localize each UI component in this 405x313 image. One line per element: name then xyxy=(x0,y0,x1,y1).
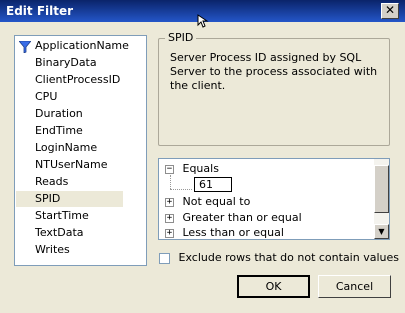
list-item-starttime[interactable]: StartTime xyxy=(16,208,93,224)
list-item-label: ApplicationName xyxy=(35,39,129,52)
list-item-applicationname[interactable]: ApplicationName xyxy=(16,38,133,54)
list-item-spid[interactable]: SPID xyxy=(16,191,123,207)
tree-node-less-or-equal[interactable]: + Less than or equal xyxy=(165,226,284,239)
list-item-reads[interactable]: Reads xyxy=(16,174,72,190)
operator-tree[interactable]: − Equals 61 + Not equal to + Greater tha… xyxy=(158,158,390,240)
expand-icon[interactable]: + xyxy=(165,197,174,207)
list-item-label: LoginName xyxy=(35,141,98,154)
collapse-icon[interactable]: − xyxy=(165,164,174,174)
description-text: Server Process ID assigned by SQL Server… xyxy=(170,51,378,92)
tree-node-not-equal[interactable]: + Not equal to xyxy=(165,195,250,209)
list-item-label: Reads xyxy=(35,175,69,188)
description-group: SPID Server Process ID assigned by SQL S… xyxy=(158,31,390,146)
tree-connector xyxy=(170,189,192,190)
list-item-clientprocessid[interactable]: ClientProcessID xyxy=(16,72,124,88)
window-title: Edit Filter xyxy=(6,4,74,18)
expand-icon[interactable]: + xyxy=(165,228,174,238)
arrow-down-icon: ▼ xyxy=(378,227,385,236)
list-item-endtime[interactable]: EndTime xyxy=(16,123,87,139)
close-icon: ✕ xyxy=(384,3,396,17)
list-item-cpu[interactable]: CPU xyxy=(16,89,61,105)
tree-connector xyxy=(170,175,171,189)
exclude-rows-label: Exclude rows that do not contain values xyxy=(178,251,399,264)
expand-icon[interactable]: + xyxy=(165,213,174,223)
list-item-duration[interactable]: Duration xyxy=(16,106,87,122)
list-item-label: Duration xyxy=(35,107,83,120)
list-item-label: NTUserName xyxy=(35,158,108,171)
exclude-rows-checkbox[interactable] xyxy=(159,252,170,264)
tree-node-label: Not equal to xyxy=(182,195,251,208)
mouse-cursor-icon xyxy=(197,14,209,28)
list-item-label: SPID xyxy=(35,192,61,205)
equals-value-input[interactable]: 61 xyxy=(194,177,232,192)
ok-button[interactable]: OK xyxy=(237,275,310,298)
list-item-label: StartTime xyxy=(35,209,89,222)
list-item-binarydata[interactable]: BinaryData xyxy=(16,55,101,71)
list-item-label: EndTime xyxy=(35,124,83,137)
list-item-textdata[interactable]: TextData xyxy=(16,225,88,241)
close-button[interactable]: ✕ xyxy=(381,3,399,19)
list-item-label: TextData xyxy=(35,226,84,239)
column-list[interactable]: ApplicationName BinaryData ClientProcess… xyxy=(14,35,147,266)
scroll-down-button[interactable]: ▼ xyxy=(374,224,389,239)
scroll-thumb[interactable] xyxy=(374,165,389,213)
exclude-rows-option[interactable]: Exclude rows that do not contain values xyxy=(159,251,399,265)
list-item-label: Writes xyxy=(35,243,70,256)
list-item-label: ClientProcessID xyxy=(35,73,121,86)
list-item-label: CPU xyxy=(35,90,58,103)
list-item-writes[interactable]: Writes xyxy=(16,242,74,258)
tree-node-equals[interactable]: − Equals xyxy=(165,162,219,176)
description-title: SPID xyxy=(165,31,197,44)
tree-node-label: Greater than or equal xyxy=(182,211,302,224)
list-item-loginname[interactable]: LoginName xyxy=(16,140,101,156)
filter-icon xyxy=(19,41,31,53)
tree-node-label: Equals xyxy=(182,162,219,175)
cancel-button[interactable]: Cancel xyxy=(318,275,391,298)
vertical-scrollbar[interactable]: ▼ xyxy=(374,159,389,239)
tree-node-label: Less than or equal xyxy=(182,226,284,239)
tree-node-greater-or-equal[interactable]: + Greater than or equal xyxy=(165,211,302,225)
list-item-ntusername[interactable]: NTUserName xyxy=(16,157,111,173)
list-item-label: BinaryData xyxy=(35,56,97,69)
